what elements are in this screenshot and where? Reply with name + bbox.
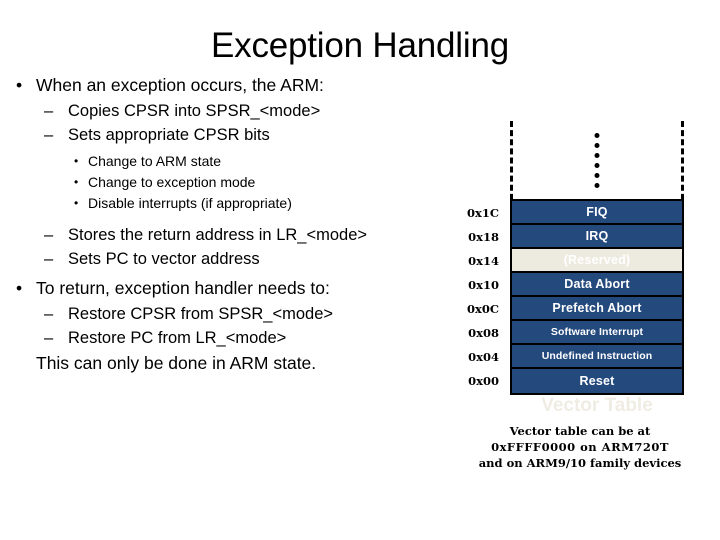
vector-entry-label: Prefetch Abort [552,301,642,315]
bullet-level2-stores-return-address: – Stores the return address in LR_<mode> [0,223,450,247]
vector-table-row: 0x00 Reset [468,369,682,393]
bullet-marker-icon: • [74,196,79,210]
vector-table-row: 0x18 IRQ [468,225,682,249]
ellipsis-dot-icon [594,143,600,148]
vector-address-label: 0x0C [466,302,499,316]
ellipsis-dot-icon [594,183,600,188]
bullet-marker-icon: • [74,175,79,189]
vector-table-diagram: 0x1C FIQ 0x18 IRQ 0x14 (Reserved) 0x10 Data Abo… [440,110,720,416]
ellipsis-dot-icon [594,133,600,138]
bullet-level2-sets-cpsr-bits: – Sets appropriate CPSR bits [0,123,450,147]
bullet-level1-exception-occurs: • When an exception occurs, the ARM: [0,72,450,98]
vector-entry-label: FIQ [586,205,608,219]
dashed-line-left-icon [510,121,513,209]
bullet-level3-change-arm-state: • Change to ARM state [0,151,450,172]
vector-table-caption: Vector Table [541,395,653,416]
vector-table-row: 0x14 (Reserved) [468,249,682,273]
dash-marker-icon: – [44,126,54,144]
vector-table-open-region [510,121,684,209]
bullet-text: Change to exception mode [88,174,256,190]
vertical-ellipsis-icon [594,133,600,188]
bullet-level1-to-return: • To return, exception handler needs to: [0,275,450,301]
ellipsis-dot-icon [594,173,600,178]
vector-entry-label: Data Abort [564,277,630,291]
vector-address-label: 0x08 [468,326,499,340]
vector-address-label: 0x00 [468,374,499,388]
vector-address-label: 0x18 [468,230,499,244]
note-line-3: and on ARM9/10 family devices [478,456,682,470]
dash-marker-icon: – [44,305,54,323]
ellipsis-dot-icon [594,153,600,158]
bullet-level2-copies-cpsr: – Copies CPSR into SPSR_<mode> [0,99,450,123]
dash-marker-icon: – [44,329,54,347]
dash-marker-icon: – [44,226,54,244]
bullet-marker-icon: • [16,75,23,95]
bullet-level2-restore-cpsr: – Restore CPSR from SPSR_<mode> [0,302,450,326]
bullet-text: Stores the return address in LR_<mode> [68,226,368,244]
vector-table-note: Vector table can be at 0xFFFF0000 on ARM… [440,423,720,471]
vector-address-label: 0x1C [466,206,499,220]
vector-table-row: 0x04 Undefined Instruction [468,345,682,369]
vector-table-row: 0x10 Data Abort [468,273,682,297]
bullet-text: Copies CPSR into SPSR_<mode> [68,102,321,120]
closing-statement: This can only be done in ARM state. [36,353,317,373]
vector-table-row: 0x0C Prefetch Abort [467,297,682,321]
vector-entry-label: Software Interrupt [550,326,644,338]
vector-address-label: 0x14 [468,254,499,268]
vector-entry-label: Undefined Instruction [541,350,653,362]
bullet-text: Restore PC from LR_<mode> [68,329,287,347]
bullet-level2-sets-pc-vector: – Sets PC to vector address [0,247,450,271]
note-line-2: 0xFFFF0000 on ARM720T [491,440,669,454]
bullet-level2-restore-pc: – Restore PC from LR_<mode> [0,326,450,350]
bullet-level3-disable-interrupts: • Disable interrupts (if appropriate) [0,193,450,214]
vector-entry-label: (Reserved) [563,253,631,267]
vector-address-label: 0x10 [468,278,499,292]
dashed-line-right-icon [681,121,684,209]
bullet-text: Sets PC to vector address [68,250,260,268]
bullet-text: Disable interrupts (if appropriate) [88,195,292,211]
vector-table-rows: 0x1C FIQ 0x18 IRQ 0x14 (Reserved) 0x10 Data Abo… [467,199,684,395]
bullet-level3-change-exception-mode: • Change to exception mode [0,172,450,193]
bullet-text: When an exception occurs, the ARM: [36,75,324,95]
bullet-list: • When an exception occurs, the ARM: – C… [0,72,450,376]
bullet-text: Restore CPSR from SPSR_<mode> [68,305,334,323]
page-title: Exception Handling [211,26,509,65]
bullet-marker-icon: • [16,278,23,298]
vector-address-label: 0x04 [468,350,499,364]
vector-entry-label: IRQ [585,229,609,243]
bullet-text: Change to ARM state [88,153,222,169]
ellipsis-dot-icon [594,163,600,168]
vector-table-row: 0x08 Software Interrupt [468,321,682,345]
bullet-text: Sets appropriate CPSR bits [68,126,270,144]
bullet-text: To return, exception handler needs to: [36,278,330,298]
vector-table-row: 0x1C FIQ [467,201,682,225]
vector-entry-label: Reset [579,374,615,388]
dash-marker-icon: – [44,102,54,120]
note-line-1: Vector table can be at [509,424,651,438]
dash-marker-icon: – [44,250,54,268]
bullet-marker-icon: • [74,154,79,168]
